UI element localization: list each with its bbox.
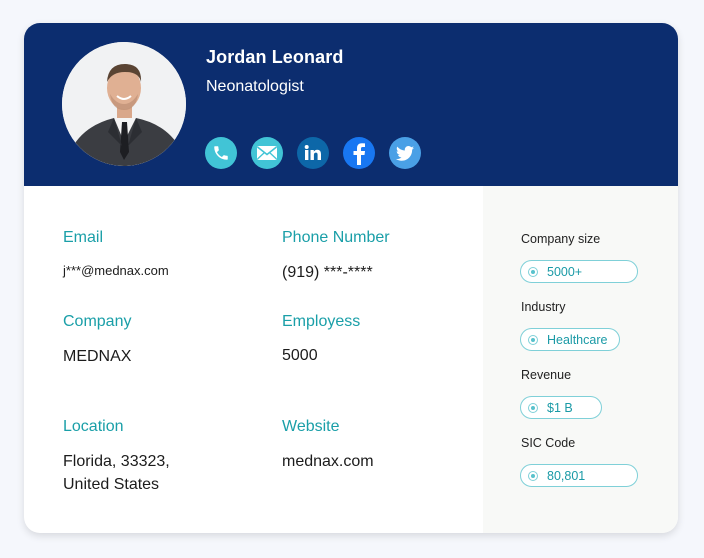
industry-value: Healthcare [547,332,608,347]
contact-card: Jordan Leonard Neonatologist Email j***@… [24,23,678,533]
radio-dot-icon [528,470,538,481]
linkedin-icon [304,145,321,160]
company-size-pill: 5000+ [520,260,638,283]
sic-code-pill: 80,801 [520,464,638,487]
avatar [62,42,186,166]
sic-code-label: SIC Code [521,436,576,450]
location-value-line2: United States [63,476,160,493]
company-size-label: Company size [521,232,601,246]
profile-name: Jordan Leonard [206,47,344,67]
location-label: Location [63,418,124,435]
phone-label: Phone Number [282,229,390,246]
company-label: Company [63,313,132,330]
revenue-label: Revenue [521,368,572,382]
phone-button[interactable] [205,137,237,169]
phone-value: (919) ***-**** [282,264,373,281]
profile-title: Neonatologist [206,78,304,95]
phone-icon [214,146,228,160]
email-button[interactable] [251,137,283,169]
radio-dot-icon [528,334,538,345]
location-value-line1: Florida, 33323, [63,453,170,470]
website-label: Website [282,418,340,435]
radio-dot-icon [528,266,538,277]
industry-pill: Healthcare [520,328,620,351]
email-icon [257,146,277,160]
company-info-panel: Company size 5000+ Industry Healthcare R… [483,186,678,533]
profile-header: Jordan Leonard Neonatologist [24,23,678,186]
facebook-icon [353,143,365,165]
company-value: MEDNAX [63,348,132,365]
email-value: j***@mednax.com [63,263,169,278]
social-links [205,137,421,169]
industry-label: Industry [521,300,566,314]
employees-value: 5000 [282,347,318,364]
revenue-value: $1 B [547,400,573,415]
company-size-value: 5000+ [547,264,583,279]
sic-code-value: 80,801 [547,468,586,483]
website-value[interactable]: mednax.com [282,450,374,473]
twitter-icon [396,145,414,161]
avatar-photo [62,42,186,166]
twitter-button[interactable] [389,137,421,169]
revenue-pill: $1 B [520,396,602,419]
facebook-button[interactable] [343,137,375,169]
email-label: Email [63,229,104,246]
employees-label: Employess [282,313,361,330]
linkedin-button[interactable] [297,137,329,169]
radio-dot-icon [528,402,538,413]
